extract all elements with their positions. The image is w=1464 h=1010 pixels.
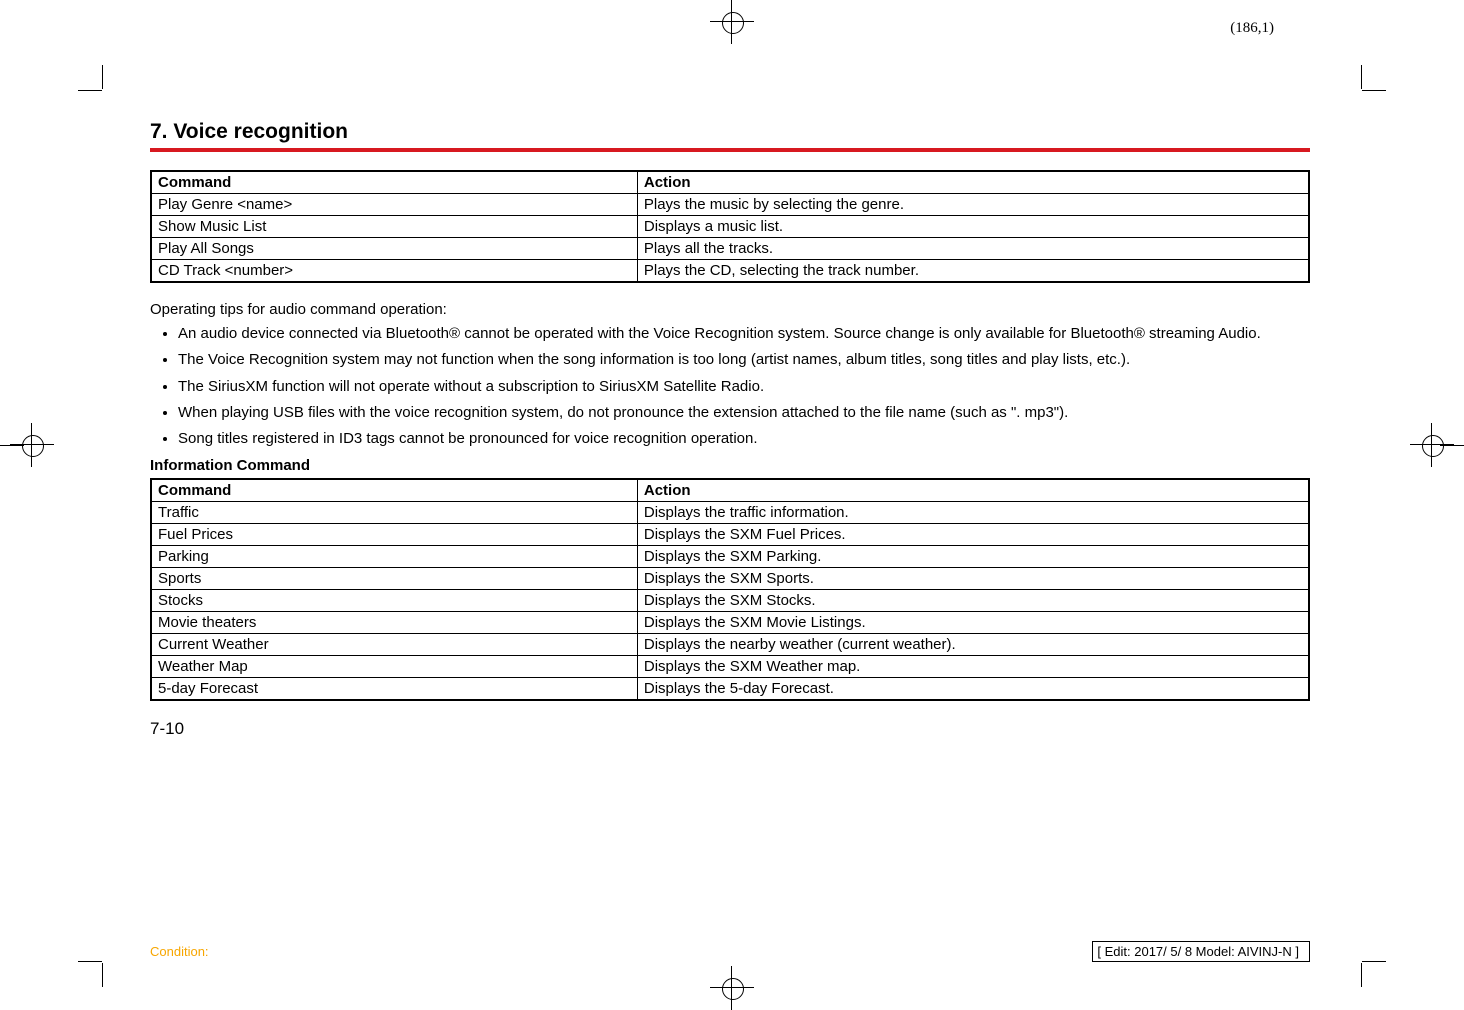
command-cell: CD Track <number>	[151, 260, 637, 283]
footer: Condition: [ Edit: 2017/ 5/ 8 Model: AIV…	[150, 941, 1310, 962]
action-cell: Displays the 5-day Forecast.	[637, 678, 1309, 701]
list-item: The SiriusXM function will not operate w…	[178, 377, 1310, 397]
table-row: Weather MapDisplays the SXM Weather map.	[151, 656, 1309, 678]
crop-tick	[1362, 90, 1386, 91]
section-rule	[150, 148, 1310, 152]
table-row: Fuel PricesDisplays the SXM Fuel Prices.	[151, 524, 1309, 546]
list-item: An audio device connected via Bluetooth®…	[178, 324, 1310, 344]
table-row: TrafficDisplays the traffic information.	[151, 502, 1309, 524]
crop-tick	[102, 65, 103, 89]
command-cell: Stocks	[151, 590, 637, 612]
table-row: SportsDisplays the SXM Sports.	[151, 568, 1309, 590]
table-row: ParkingDisplays the SXM Parking.	[151, 546, 1309, 568]
table-header-action: Action	[637, 479, 1309, 502]
action-cell: Plays the CD, selecting the track number…	[637, 260, 1309, 283]
command-cell: Show Music List	[151, 216, 637, 238]
command-cell: Parking	[151, 546, 637, 568]
action-cell: Plays the music by selecting the genre.	[637, 194, 1309, 216]
action-cell: Displays the SXM Stocks.	[637, 590, 1309, 612]
page-number: 7-10	[150, 719, 1310, 739]
page-coordinate: (186,1)	[1230, 20, 1274, 37]
action-cell: Displays the SXM Sports.	[637, 568, 1309, 590]
registration-mark-bottom	[710, 966, 754, 1010]
section-title: 7. Voice recognition	[150, 120, 1310, 144]
information-command-table: Command Action TrafficDisplays the traff…	[150, 478, 1310, 701]
edit-info-box: [ Edit: 2017/ 5/ 8 Model: AIVINJ-N ]	[1092, 941, 1310, 962]
registration-mark-left	[10, 423, 54, 467]
table-row: 5-day ForecastDisplays the 5-day Forecas…	[151, 678, 1309, 701]
command-cell: Weather Map	[151, 656, 637, 678]
table-header-command: Command	[151, 479, 637, 502]
command-cell: Movie theaters	[151, 612, 637, 634]
list-item: The Voice Recognition system may not fun…	[178, 350, 1310, 370]
registration-mark-right	[1410, 423, 1454, 467]
action-cell: Displays the SXM Fuel Prices.	[637, 524, 1309, 546]
audio-command-table: Command Action Play Genre <name>Plays th…	[150, 170, 1310, 283]
list-item: Song titles registered in ID3 tags canno…	[178, 429, 1310, 449]
command-cell: Traffic	[151, 502, 637, 524]
tips-list: An audio device connected via Bluetooth®…	[150, 324, 1310, 449]
crop-tick	[1361, 963, 1362, 987]
crop-tick	[1361, 65, 1362, 89]
action-cell: Displays the SXM Movie Listings.	[637, 612, 1309, 634]
registration-mark-top	[710, 0, 754, 44]
table-row: Show Music ListDisplays a music list.	[151, 216, 1309, 238]
table-row: Current WeatherDisplays the nearby weath…	[151, 634, 1309, 656]
condition-label: Condition:	[150, 944, 209, 959]
action-cell: Displays the SXM Weather map.	[637, 656, 1309, 678]
crop-tick	[1362, 961, 1386, 962]
information-command-heading: Information Command	[150, 457, 1310, 474]
table-row: Movie theatersDisplays the SXM Movie Lis…	[151, 612, 1309, 634]
command-cell: Sports	[151, 568, 637, 590]
table-header-action: Action	[637, 171, 1309, 194]
table-header-command: Command	[151, 171, 637, 194]
page-content: 7. Voice recognition Command Action Play…	[150, 120, 1310, 739]
table-row: StocksDisplays the SXM Stocks.	[151, 590, 1309, 612]
table-row: Play Genre <name>Plays the music by sele…	[151, 194, 1309, 216]
command-cell: Play Genre <name>	[151, 194, 637, 216]
action-cell: Displays the SXM Parking.	[637, 546, 1309, 568]
list-item: When playing USB files with the voice re…	[178, 403, 1310, 423]
command-cell: Play All Songs	[151, 238, 637, 260]
action-cell: Displays a music list.	[637, 216, 1309, 238]
command-cell: 5-day Forecast	[151, 678, 637, 701]
crop-tick	[78, 961, 102, 962]
crop-tick	[102, 963, 103, 987]
table-row: CD Track <number>Plays the CD, selecting…	[151, 260, 1309, 283]
command-cell: Fuel Prices	[151, 524, 637, 546]
action-cell: Plays all the tracks.	[637, 238, 1309, 260]
tips-intro: Operating tips for audio command operati…	[150, 301, 1310, 318]
table-row: Play All SongsPlays all the tracks.	[151, 238, 1309, 260]
action-cell: Displays the traffic information.	[637, 502, 1309, 524]
command-cell: Current Weather	[151, 634, 637, 656]
action-cell: Displays the nearby weather (current wea…	[637, 634, 1309, 656]
crop-tick	[78, 90, 102, 91]
